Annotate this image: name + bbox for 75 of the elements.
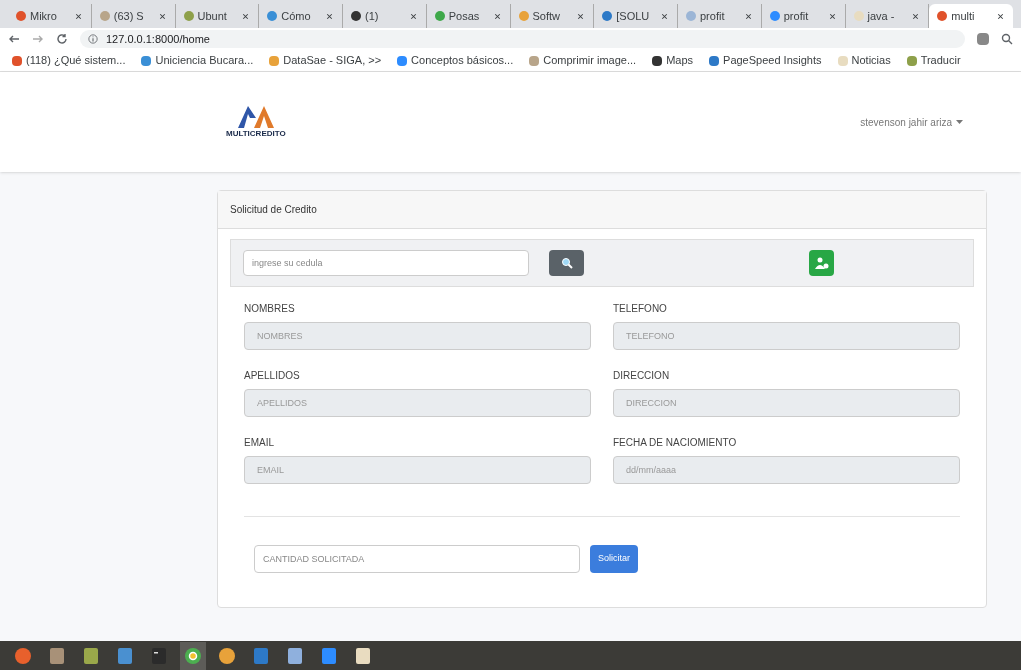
amount-field[interactable]: CANTIDAD SOLICITADA: [254, 545, 580, 573]
zoom-icon[interactable]: [1001, 33, 1013, 45]
tab-favicon-icon: [937, 11, 948, 21]
form-field[interactable]: DIRECCION: [613, 389, 960, 417]
tab-title: (63) S: [113, 8, 144, 24]
taskbar-item[interactable]: [180, 641, 206, 670]
field-label: NOMBRES: [244, 302, 296, 316]
tab-title: Mikro: [30, 8, 57, 24]
tab-favicon-icon: [518, 11, 529, 21]
form-field[interactable]: APELLIDOS: [244, 389, 591, 417]
close-icon[interactable]: [73, 11, 83, 21]
bookmark[interactable]: Maps: [652, 52, 694, 69]
close-icon[interactable]: [576, 11, 586, 21]
address-bar[interactable]: 127.0.0.1:8000/home: [106, 30, 210, 48]
logo-icon: [235, 104, 276, 128]
form-field[interactable]: NOMBRES: [244, 322, 591, 350]
bookmark[interactable]: DataSae - SIGA, >>: [269, 52, 382, 69]
search-button[interactable]: [549, 250, 584, 276]
id-search-field[interactable]: ingrese su cedula: [243, 250, 529, 276]
field-label: TELEFONO: [613, 302, 668, 316]
form-field[interactable]: TELEFONO: [613, 322, 960, 350]
bookmark[interactable]: Comprimir image...: [529, 52, 637, 69]
close-icon[interactable]: [241, 11, 251, 21]
tab-title: java -: [867, 8, 895, 24]
back-icon[interactable]: [8, 33, 20, 45]
close-icon[interactable]: [660, 11, 669, 21]
close-icon[interactable]: [408, 11, 418, 21]
tab-title: Posas: [448, 8, 480, 24]
tab-favicon-icon: [267, 11, 278, 21]
tab-favicon-icon: [16, 11, 26, 21]
close-icon[interactable]: [325, 11, 334, 21]
tab-favicon-icon: [99, 11, 110, 21]
tab-title: (1): [365, 8, 379, 24]
tab-favicon-icon: [853, 11, 864, 21]
tab-title: Ubunt: [197, 8, 227, 24]
tab-favicon-icon: [686, 11, 696, 21]
form-field[interactable]: EMAIL: [244, 456, 591, 484]
tab-title: Cómo: [281, 8, 311, 24]
add-user-button[interactable]: [809, 250, 834, 276]
bookmark[interactable]: Traducir: [906, 52, 961, 69]
add-user-icon: [814, 257, 829, 269]
tab-favicon-icon: [602, 11, 613, 21]
close-icon[interactable]: [743, 11, 753, 21]
field-label: EMAIL: [244, 436, 275, 450]
tab-title: profit: [700, 8, 725, 24]
close-icon[interactable]: [996, 11, 1005, 21]
submit-button[interactable]: Solicitar: [590, 545, 638, 573]
bookmark[interactable]: PageSpeed Insights: [709, 52, 822, 69]
close-icon[interactable]: [827, 11, 837, 21]
logo-text: MULTICREDITO: [226, 128, 286, 140]
tab-favicon-icon: [183, 11, 194, 21]
close-icon[interactable]: [157, 11, 167, 21]
card-title: Solicitud de Credito: [230, 203, 317, 217]
bookmark[interactable]: (118) ¿Qué sistem...: [12, 52, 126, 69]
caret-icon: [956, 119, 963, 125]
tab-title: profit: [783, 8, 809, 24]
search-icon: [560, 257, 573, 269]
tab-title: Softw: [532, 8, 560, 24]
close-icon[interactable]: [911, 11, 921, 21]
close-icon[interactable]: [492, 11, 502, 21]
reload-icon[interactable]: [56, 33, 68, 45]
bookmark[interactable]: Noticias: [837, 52, 891, 69]
tab-title: multi: [951, 8, 975, 24]
field-label: DIRECCION: [613, 369, 671, 383]
user-menu[interactable]: stevenson jahir ariza: [860, 114, 963, 130]
tab-favicon-icon: [769, 11, 780, 21]
browser-tab[interactable]: multi: [929, 4, 1013, 28]
tab-favicon-icon: [434, 11, 445, 21]
field-label: FECHA DE NACIOMIENTO: [613, 436, 738, 450]
tab-title: [SOLU: [616, 8, 650, 24]
field-label: APELLIDOS: [244, 369, 301, 383]
bookmark[interactable]: Uniciencia Bucara...: [141, 52, 254, 69]
form-field[interactable]: dd/mm/aaaa: [613, 456, 960, 484]
bookmark[interactable]: Conceptos básicos...: [397, 52, 514, 69]
tab-favicon-icon: [351, 11, 361, 21]
